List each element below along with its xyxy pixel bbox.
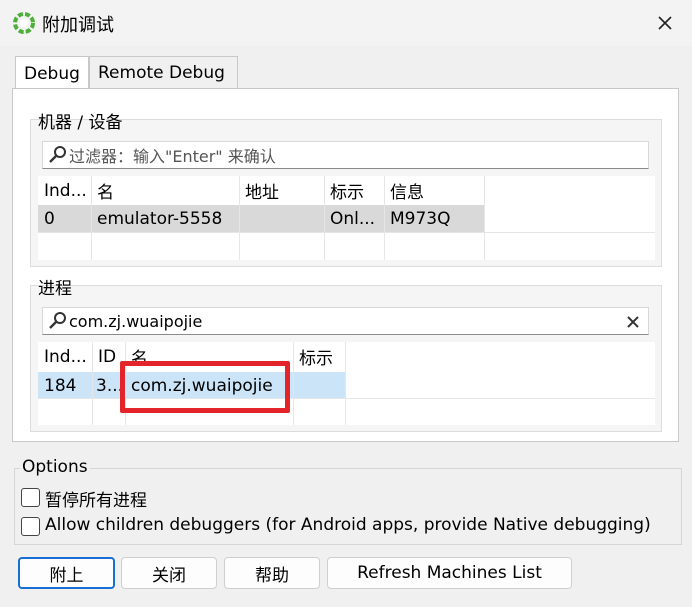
tab-label: Debug bbox=[24, 63, 80, 84]
column-header-flag[interactable]: 标示 bbox=[293, 342, 345, 371]
tab-remote-debug[interactable]: Remote Debug bbox=[89, 56, 238, 89]
attach-button[interactable]: 附上 bbox=[18, 557, 115, 589]
processes-filter-input[interactable]: com.zj.wuaipojie bbox=[42, 307, 649, 335]
gear-icon bbox=[12, 11, 36, 35]
column-header-address[interactable]: 地址 bbox=[239, 176, 324, 205]
row-index: 0 bbox=[44, 208, 55, 229]
machines-group-label: 机器 / 设备 bbox=[38, 113, 123, 133]
title-bar: 附加调试 bbox=[0, 0, 692, 46]
allow-children-debuggers-label[interactable]: Allow children debuggers (for Android ap… bbox=[45, 515, 651, 535]
attach-button-label: 附上 bbox=[49, 565, 84, 586]
pause-all-processes-label[interactable]: 暂停所有进程 bbox=[45, 486, 147, 511]
column-header-flag[interactable]: 标示 bbox=[324, 176, 384, 205]
column-header-index[interactable]: Ind... bbox=[38, 176, 91, 205]
pause-all-processes-checkbox[interactable] bbox=[21, 488, 40, 507]
options-group-label: Options bbox=[20, 457, 90, 477]
close-icon[interactable] bbox=[645, 6, 685, 40]
column-header-name[interactable]: 名 bbox=[91, 176, 239, 205]
highlight-box bbox=[120, 361, 290, 413]
help-button-label: 帮助 bbox=[255, 565, 289, 586]
close-button-label: 关闭 bbox=[152, 565, 186, 586]
column-header-info[interactable]: 信息 bbox=[384, 176, 484, 205]
tab-debug[interactable]: Debug bbox=[15, 56, 89, 90]
refresh-machines-button[interactable]: Refresh Machines List bbox=[327, 557, 572, 589]
processes-filter-value: com.zj.wuaipojie bbox=[69, 311, 203, 331]
tab-label: Remote Debug bbox=[98, 62, 225, 83]
machines-filter-input[interactable]: 过滤器：输入"Enter" 来确认 bbox=[42, 141, 649, 169]
processes-group-label: 进程 bbox=[38, 279, 72, 299]
search-icon bbox=[47, 144, 69, 166]
row-index: 184 bbox=[44, 375, 77, 396]
window-title: 附加调试 bbox=[42, 15, 114, 36]
refresh-machines-button-label: Refresh Machines List bbox=[357, 563, 542, 583]
row-name: emulator-5558 bbox=[97, 208, 223, 229]
search-icon bbox=[47, 310, 69, 332]
help-button[interactable]: 帮助 bbox=[224, 557, 320, 589]
machines-table: Ind... 名 地址 标示 信息 0 emulator-5558 Onl...… bbox=[38, 176, 655, 260]
row-address bbox=[239, 204, 324, 233]
machines-filter-placeholder: 过滤器：输入"Enter" 来确认 bbox=[69, 147, 276, 166]
row-flag: Onl... bbox=[330, 208, 376, 229]
allow-children-debuggers-checkbox[interactable] bbox=[21, 517, 40, 536]
column-header-index[interactable]: Ind... bbox=[38, 342, 92, 371]
clear-icon[interactable] bbox=[626, 314, 640, 334]
close-button[interactable]: 关闭 bbox=[121, 557, 217, 589]
row-info: M973Q bbox=[390, 208, 451, 229]
attach-debug-dialog: 附加调试 Debug Remote Debug 机器 / 设备 过滤器：输入"E… bbox=[0, 0, 692, 607]
row-flag bbox=[293, 371, 345, 400]
